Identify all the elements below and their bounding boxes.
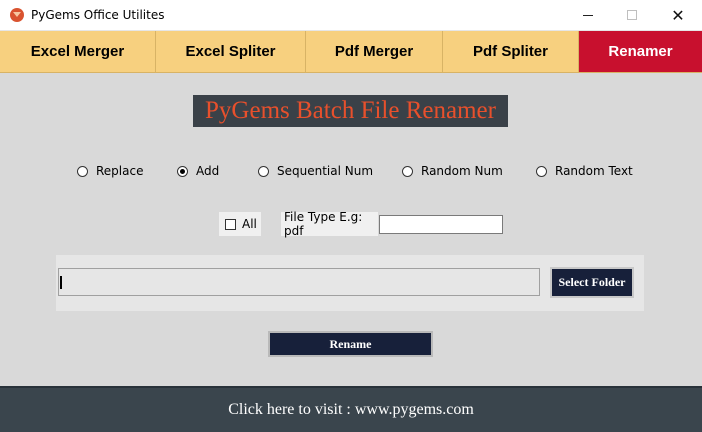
- maximize-button[interactable]: [609, 0, 655, 30]
- radio-indicator: [258, 165, 269, 177]
- radio-add[interactable]: Add: [177, 162, 219, 180]
- radio-sequential-num[interactable]: Sequential Num: [258, 162, 373, 180]
- app-logo-icon: [10, 8, 24, 22]
- website-link[interactable]: Click here to visit : www.pygems.com: [0, 386, 702, 432]
- close-button[interactable]: ✕: [655, 0, 701, 30]
- folder-path-input[interactable]: [58, 268, 540, 296]
- radio-indicator: [536, 165, 547, 177]
- radio-label: Random Num: [421, 164, 503, 178]
- maximize-icon: [627, 10, 637, 20]
- page-title: PyGems Batch File Renamer: [193, 95, 508, 127]
- tab-renamer[interactable]: Renamer: [579, 31, 702, 73]
- title-bar: PyGems Office Utilites ✕: [0, 0, 702, 31]
- tab-excel-spliter[interactable]: Excel Spliter: [156, 31, 306, 73]
- radio-random-num[interactable]: Random Num: [402, 162, 503, 180]
- tab-pdf-merger[interactable]: Pdf Merger: [306, 31, 443, 73]
- all-label: All: [242, 217, 257, 231]
- radio-replace[interactable]: Replace: [77, 162, 143, 180]
- radio-indicator: [402, 165, 413, 177]
- window-title: PyGems Office Utilites: [31, 8, 165, 22]
- text-caret: [60, 276, 62, 289]
- close-icon: ✕: [671, 5, 685, 25]
- radio-indicator: [77, 165, 88, 177]
- checkbox-box: [225, 218, 236, 230]
- folder-panel: Select Folder: [56, 255, 644, 311]
- rename-button[interactable]: Rename: [268, 331, 433, 357]
- radio-label: Sequential Num: [277, 164, 374, 178]
- file-type-input[interactable]: [379, 215, 503, 234]
- radio-label: Replace: [96, 164, 144, 178]
- select-folder-button[interactable]: Select Folder: [550, 267, 634, 298]
- radio-random-text[interactable]: Random Text: [536, 162, 633, 180]
- minimize-icon: [583, 14, 593, 16]
- radio-label: Add: [196, 164, 220, 178]
- tab-pdf-spliter[interactable]: Pdf Spliter: [443, 31, 579, 73]
- minimize-button[interactable]: [565, 0, 611, 30]
- radio-indicator: [177, 165, 188, 177]
- renamer-panel: PyGems Batch File Renamer Replace Add Se…: [0, 73, 702, 386]
- file-type-label: File Type E.g: pdf: [281, 210, 378, 238]
- tab-excel-merger[interactable]: Excel Merger: [0, 31, 156, 73]
- radio-label: Random Text: [555, 164, 633, 178]
- tab-bar: Excel Merger Excel Spliter Pdf Merger Pd…: [0, 31, 702, 73]
- all-checkbox[interactable]: All: [219, 212, 261, 236]
